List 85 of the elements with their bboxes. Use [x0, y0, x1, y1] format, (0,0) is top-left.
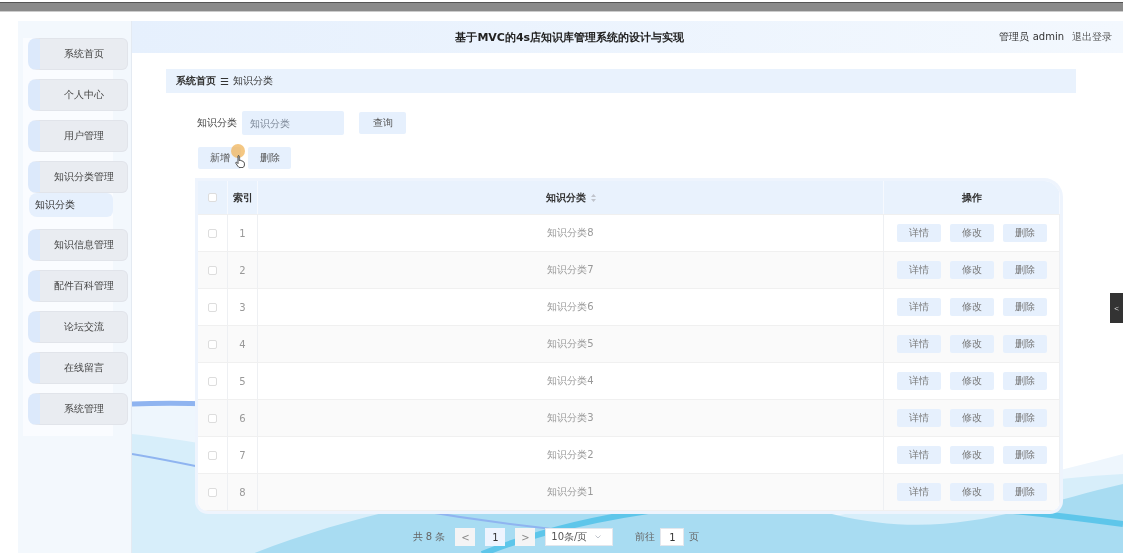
sidebar-item[interactable]: 论坛交流	[28, 311, 128, 343]
search-label: 知识分类	[197, 116, 237, 130]
row-action-button[interactable]: 删除	[1002, 298, 1047, 316]
row-action-button[interactable]: 详情	[896, 298, 941, 316]
checkbox[interactable]	[208, 450, 217, 460]
table-cell: 知识分类2	[258, 437, 884, 473]
checkbox[interactable]	[208, 339, 217, 349]
row-action-button[interactable]: 详情	[896, 483, 941, 501]
row-action-button[interactable]: 修改	[949, 298, 994, 316]
checkbox[interactable]	[208, 376, 217, 386]
goto-label: 前往	[635, 530, 656, 544]
table-cell: 6	[228, 400, 258, 436]
page-input[interactable]: 1	[660, 528, 685, 546]
next-page-button[interactable]: >	[515, 528, 536, 546]
logout-link[interactable]: 退出登录	[1072, 30, 1112, 44]
column-header[interactable]: 知识分类	[545, 190, 586, 205]
sidebar-item[interactable]: 用户管理	[28, 120, 128, 152]
collapse-tab[interactable]: <	[1110, 293, 1123, 323]
sidebar-item[interactable]: 系统管理	[28, 393, 128, 425]
table-cell: 7	[228, 437, 258, 473]
click-highlight	[231, 144, 245, 158]
sidebar-item[interactable]: 知识分类管理	[28, 161, 128, 193]
table-cell: 知识分类6	[258, 289, 884, 325]
page-size-select[interactable]: 10条/页	[545, 528, 614, 546]
checkbox[interactable]	[208, 193, 217, 202]
page-title: 基于MVC的4s店知识库管理系统的设计与实现	[454, 29, 686, 45]
user-label: 管理员 admin	[999, 30, 1064, 44]
table-cell: 8	[228, 474, 258, 510]
row-action-button[interactable]: 修改	[949, 224, 994, 242]
row-action-button[interactable]: 修改	[949, 409, 994, 427]
caret-icon	[595, 535, 602, 539]
row-action-button[interactable]: 删除	[1002, 409, 1047, 427]
table-cell: 4	[228, 326, 258, 362]
checkbox[interactable]	[208, 413, 217, 423]
table-cell: 知识分类7	[258, 252, 884, 288]
table-cell: 知识分类8	[258, 215, 884, 251]
table-cell: 1	[228, 215, 258, 251]
row-action-button[interactable]: 删除	[1002, 224, 1047, 242]
table-cell: 知识分类3	[258, 400, 884, 436]
row-action-button[interactable]: 修改	[949, 446, 994, 464]
sidebar-item[interactable]: 系统首页	[28, 38, 128, 70]
table-cell: 知识分类5	[258, 326, 884, 362]
search-button[interactable]: 查询	[359, 112, 406, 134]
sidebar-item[interactable]: 配件百科管理	[28, 270, 128, 302]
delete-button[interactable]: 删除	[248, 147, 291, 169]
checkbox[interactable]	[208, 487, 217, 497]
row-action-button[interactable]: 详情	[896, 224, 941, 242]
row-action-button[interactable]: 详情	[896, 261, 941, 279]
checkbox[interactable]	[208, 302, 217, 312]
prev-page-button[interactable]: <	[455, 528, 476, 546]
page-button[interactable]: 1	[485, 528, 506, 546]
table-cell: 2	[228, 252, 258, 288]
table-cell: 3	[228, 289, 258, 325]
row-action-button[interactable]: 修改	[949, 261, 994, 279]
sidebar-item[interactable]: 在线留言	[28, 352, 128, 384]
row-action-button[interactable]: 详情	[896, 446, 941, 464]
breadcrumb-current: 知识分类	[232, 74, 273, 88]
sidebar-item[interactable]: 个人中心	[28, 79, 128, 111]
row-action-button[interactable]: 删除	[1002, 261, 1047, 279]
table-cell: 知识分类1	[258, 474, 884, 510]
breadcrumb-separator: ☰	[220, 75, 229, 87]
row-action-button[interactable]: 修改	[949, 335, 994, 353]
row-action-button[interactable]: 删除	[1002, 446, 1047, 464]
row-action-button[interactable]: 修改	[949, 372, 994, 390]
row-action-button[interactable]: 详情	[896, 335, 941, 353]
table-cell: 知识分类4	[258, 363, 884, 399]
search-field[interactable]: 知识分类	[242, 111, 344, 135]
checkbox[interactable]	[208, 228, 217, 238]
sidebar-item[interactable]: 知识信息管理	[28, 229, 128, 261]
row-action-button[interactable]: 删除	[1002, 483, 1047, 501]
table-cell: 5	[228, 363, 258, 399]
sidebar-subitem[interactable]: 知识分类	[29, 193, 113, 217]
hand-cursor-icon	[235, 155, 245, 168]
row-action-button[interactable]: 修改	[949, 483, 994, 501]
row-action-button[interactable]: 删除	[1002, 372, 1047, 390]
sort-icon[interactable]	[590, 193, 596, 202]
breadcrumb-link[interactable]: 系统首页	[176, 74, 216, 88]
total-count: 共 8 条	[412, 530, 446, 544]
row-action-button[interactable]: 删除	[1002, 335, 1047, 353]
checkbox[interactable]	[208, 265, 217, 275]
row-action-button[interactable]: 详情	[896, 372, 941, 390]
goto-suffix: 页	[689, 530, 700, 544]
row-action-button[interactable]: 详情	[896, 409, 941, 427]
column-header: 操作	[884, 181, 1060, 214]
column-header: 索引	[228, 181, 258, 214]
